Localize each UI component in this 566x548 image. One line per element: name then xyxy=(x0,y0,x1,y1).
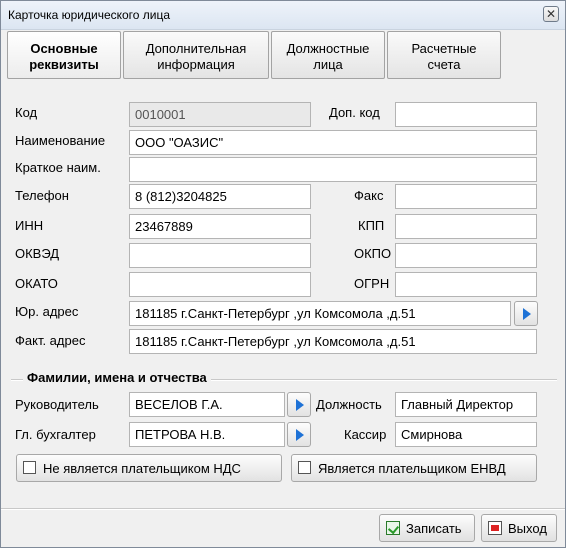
close-button[interactable]: ✕ xyxy=(543,6,559,22)
envd-payer-checkbox[interactable]: Является плательщиком ЕНВД xyxy=(291,454,537,482)
checkbox-icon xyxy=(23,461,36,474)
tab-bank-accounts[interactable]: Расчетные счета xyxy=(387,31,501,79)
code-label: Код xyxy=(15,105,38,120)
tab-label-line2: счета xyxy=(427,57,461,72)
right-arrow-icon xyxy=(296,429,304,441)
tab-label-line2: лица xyxy=(313,57,343,72)
phone-field[interactable]: 8 (812)3204825 xyxy=(129,184,311,209)
inn-label: ИНН xyxy=(15,218,44,233)
tab-officials[interactable]: Должностные лица xyxy=(271,31,385,79)
not-vat-payer-label: Не является плательщиком НДС xyxy=(43,461,241,476)
save-icon xyxy=(386,521,400,535)
position-field[interactable]: Главный Директор xyxy=(395,392,537,417)
window-title: Карточка юридического лица xyxy=(8,8,171,22)
extra-code-field[interactable] xyxy=(395,102,537,127)
phone-label: Телефон xyxy=(15,188,69,203)
director-label: Руководитель xyxy=(15,397,99,412)
actual-address-field[interactable]: 181185 г.Санкт-Петербург ,ул Комсомола ,… xyxy=(129,329,537,354)
director-field[interactable]: ВЕСЕЛОВ Г.А. xyxy=(129,392,285,417)
tab-additional-info[interactable]: Дополнительная информация xyxy=(123,31,269,79)
name-field[interactable]: ООО "ОАЗИС" xyxy=(129,130,537,155)
ogrn-field[interactable] xyxy=(395,272,537,297)
right-arrow-icon xyxy=(523,308,531,320)
position-label: Должность xyxy=(316,397,382,412)
inn-field[interactable]: 23467889 xyxy=(129,214,311,239)
save-button-label: Записать xyxy=(406,521,462,536)
actual-address-label: Факт. адрес xyxy=(15,333,86,348)
name-label: Наименование xyxy=(15,133,106,148)
title-bar: Карточка юридического лица ✕ xyxy=(1,1,565,30)
short-name-field[interactable] xyxy=(129,157,537,182)
tab-label-line1: Должностные xyxy=(286,41,370,56)
legal-address-select-button[interactable] xyxy=(514,301,538,326)
tab-label-line2: реквизиты xyxy=(29,57,99,72)
envd-payer-label: Является плательщиком ЕНВД xyxy=(318,461,506,476)
tab-bar: Основные реквизиты Дополнительная информ… xyxy=(5,29,561,81)
checkbox-icon xyxy=(298,461,311,474)
exit-button-label: Выход xyxy=(508,521,547,536)
tab-label-line1: Расчетные xyxy=(411,41,477,56)
tab-label-line1: Дополнительная xyxy=(145,41,247,56)
okato-field[interactable] xyxy=(129,272,311,297)
okato-label: ОКАТО xyxy=(15,276,58,291)
okpo-field[interactable] xyxy=(395,243,537,268)
legal-address-field[interactable]: 181185 г.Санкт-Петербург ,ул Комсомола ,… xyxy=(129,301,511,326)
director-select-button[interactable] xyxy=(287,392,311,417)
tab-label-line1: Основные xyxy=(30,41,98,56)
short-name-label: Краткое наим. xyxy=(15,160,101,175)
kpp-field[interactable] xyxy=(395,214,537,239)
okpo-label: ОКПО xyxy=(354,246,392,261)
legal-address-label: Юр. адрес xyxy=(15,304,79,319)
cashier-label: Кассир xyxy=(344,427,387,442)
okved-label: ОКВЭД xyxy=(15,246,60,261)
code-field[interactable]: 0010001 xyxy=(129,102,311,127)
save-button[interactable]: Записать xyxy=(379,514,475,542)
fax-label: Факс xyxy=(354,188,384,203)
accountant-field[interactable]: ПЕТРОВА Н.В. xyxy=(129,422,285,447)
footer-separator xyxy=(1,508,565,510)
accountant-label: Гл. бухгалтер xyxy=(15,427,96,442)
extra-code-label: Доп. код xyxy=(329,105,380,120)
exit-icon xyxy=(488,521,502,535)
okved-field[interactable] xyxy=(129,243,311,268)
kpp-label: КПП xyxy=(358,218,385,233)
not-vat-payer-checkbox[interactable]: Не является плательщиком НДС xyxy=(16,454,282,482)
right-arrow-icon xyxy=(296,399,304,411)
exit-button[interactable]: Выход xyxy=(481,514,557,542)
accountant-select-button[interactable] xyxy=(287,422,311,447)
tab-main-details[interactable]: Основные реквизиты xyxy=(7,31,121,79)
legal-entity-card-window: Карточка юридического лица ✕ Основные ре… xyxy=(0,0,566,548)
tab-label-line2: информация xyxy=(157,57,235,72)
fax-field[interactable] xyxy=(395,184,537,209)
persons-group-title: Фамилии, имена и отчества xyxy=(23,370,211,385)
cashier-field[interactable]: Смирнова xyxy=(395,422,537,447)
ogrn-label: ОГРН xyxy=(354,276,390,291)
